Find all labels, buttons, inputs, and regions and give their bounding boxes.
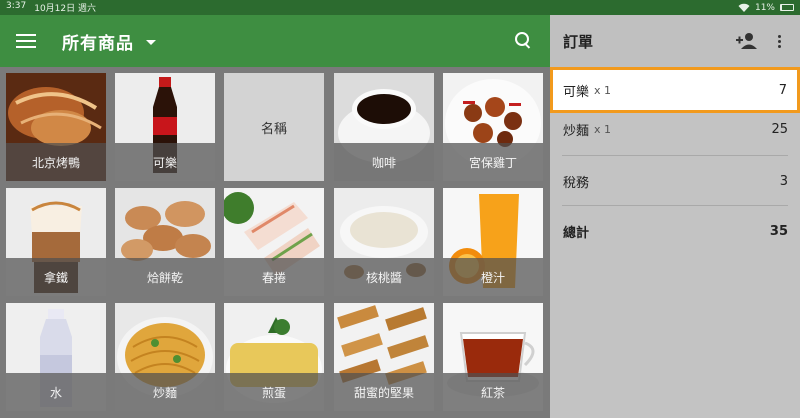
- order-item-amount: 25: [771, 121, 788, 137]
- menu-icon[interactable]: [16, 34, 36, 48]
- status-time: 3:37: [6, 1, 27, 11]
- order-header: 訂單: [550, 15, 800, 67]
- battery-icon: [780, 4, 794, 11]
- category-title[interactable]: 所有商品: [62, 29, 134, 54]
- order-item-name: 炒麵: [563, 123, 590, 139]
- status-bar: 3:37 10月12日 週六 11%: [0, 0, 800, 15]
- product-label: 烚餅乾: [115, 258, 215, 296]
- product-label: 炒麵: [115, 373, 215, 411]
- product-tile[interactable]: 炒麵: [115, 303, 215, 411]
- product-tile[interactable]: 咖啡: [334, 73, 434, 181]
- product-label: 春捲: [224, 258, 324, 296]
- order-item-qty: x 1: [594, 122, 612, 136]
- product-label: 北京烤鴨: [6, 143, 106, 181]
- battery-percent: 11%: [754, 2, 775, 13]
- order-item-row[interactable]: 炒麵 x 1 25: [550, 106, 800, 152]
- product-label: 名稱: [260, 121, 287, 137]
- product-tile[interactable]: 煎蛋: [224, 303, 324, 411]
- total-amount: 35: [769, 223, 788, 239]
- order-item-qty: x 1: [594, 83, 612, 97]
- order-title: 訂單: [563, 32, 594, 51]
- product-tile[interactable]: 宮保雞丁: [443, 73, 543, 181]
- divider: [562, 205, 788, 206]
- product-tile[interactable]: 紅茶: [443, 303, 543, 411]
- product-label: 咖啡: [334, 143, 434, 181]
- dropdown-icon[interactable]: [146, 39, 156, 45]
- order-item-name: 可樂: [563, 84, 590, 100]
- product-tile[interactable]: 核桃醬: [334, 188, 434, 296]
- product-label: 橙汁: [443, 258, 543, 296]
- search-icon[interactable]: [514, 31, 534, 51]
- wifi-icon: [738, 3, 750, 12]
- more-options-icon[interactable]: [770, 32, 788, 50]
- product-tile[interactable]: 甜蜜的堅果: [334, 303, 434, 411]
- product-label: 甜蜜的堅果: [334, 373, 434, 411]
- product-tile[interactable]: 北京烤鴨: [6, 73, 106, 181]
- product-label: 拿鐵: [6, 258, 106, 296]
- tax-amount: 3: [779, 173, 788, 189]
- total-row: 總計 35: [550, 208, 800, 254]
- product-tile[interactable]: 水: [6, 303, 106, 411]
- product-label: 可樂: [115, 143, 215, 181]
- order-panel: 訂單 可樂 x 1 7 炒麵 x 1 25 稅務 3 總計 35: [550, 15, 800, 418]
- product-grid: 北京烤鴨 可樂 名稱 咖啡 宮保雞丁 拿鐵 烚餅乾 春捲 核桃醬 橙汁 水 炒麵…: [6, 73, 546, 418]
- order-item-amount: 7: [778, 82, 787, 98]
- product-label: 水: [6, 373, 106, 411]
- product-label: 宮保雞丁: [443, 143, 543, 181]
- product-tile[interactable]: 名稱: [224, 73, 324, 181]
- product-tile[interactable]: 春捲: [224, 188, 324, 296]
- product-tile[interactable]: 烚餅乾: [115, 188, 215, 296]
- add-person-icon[interactable]: [736, 32, 758, 50]
- status-date: 10月12日 週六: [34, 4, 96, 14]
- product-label: 紅茶: [443, 373, 543, 411]
- product-tile[interactable]: 拿鐵: [6, 188, 106, 296]
- tax-row: 稅務 3: [550, 158, 800, 204]
- total-label: 總計: [563, 225, 590, 241]
- product-label: 核桃醬: [334, 258, 434, 296]
- divider: [562, 155, 788, 156]
- product-label: 煎蛋: [224, 373, 324, 411]
- app-bar: 所有商品: [0, 15, 550, 67]
- product-tile[interactable]: 可樂: [115, 73, 215, 181]
- tax-label: 稅務: [563, 175, 590, 191]
- product-tile[interactable]: 橙汁: [443, 188, 543, 296]
